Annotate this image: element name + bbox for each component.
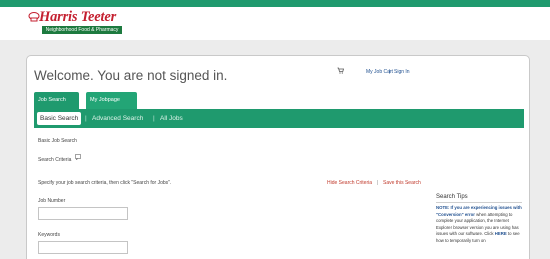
sign-in-link[interactable]: Sign In: [394, 69, 410, 75]
tab-my-jobpage-label: My Jobpage: [90, 97, 120, 103]
subnav-separator: |: [85, 115, 87, 122]
search-instructions: Specify your job search criteria, then c…: [38, 180, 172, 186]
logo-wordmark: Harris Teeter: [39, 9, 117, 25]
subnav-basic-search[interactable]: Basic Search: [37, 112, 82, 125]
page-title: Welcome. You are not signed in.: [34, 68, 228, 83]
search-criteria-label: Search Criteria: [38, 157, 72, 163]
tips-divider: [436, 202, 522, 203]
subnav-all-jobs[interactable]: All Jobs: [160, 112, 183, 125]
save-search-link[interactable]: Save this Search: [383, 180, 421, 186]
keywords-label: Keywords: [38, 232, 60, 238]
site-header: Harris Teeter Neighborhood Food & Pharma…: [0, 7, 550, 40]
main-panel: Welcome. You are not signed in. My Job C…: [26, 55, 530, 259]
job-number-label: Job Number: [38, 198, 66, 204]
search-tips-title: Search Tips: [436, 194, 468, 200]
hide-search-criteria-link[interactable]: Hide Search Criteria: [327, 180, 372, 186]
tab-job-search-label: Job Search: [38, 97, 66, 103]
info-icon[interactable]: [75, 154, 81, 160]
tab-job-search[interactable]: Job Search: [34, 92, 79, 109]
shopping-cart-icon[interactable]: [337, 67, 344, 74]
search-tips-box: Search Tips NOTE: If you are experiencin…: [433, 192, 523, 259]
section-title: Basic Job Search: [38, 138, 77, 144]
header-link-separator: |: [389, 69, 391, 75]
logo-tagline: Neighborhood Food & Pharmacy: [42, 26, 122, 34]
top-accent-bar: [0, 0, 550, 7]
tips-here-link[interactable]: HERE: [495, 231, 507, 236]
search-tips-text: NOTE: If you are experiencing issues wit…: [436, 205, 522, 244]
criteria-link-separator: |: [377, 180, 379, 186]
subnav-advanced-search[interactable]: Advanced Search: [92, 112, 143, 125]
search-subnav: Basic Search | Advanced Search | All Job…: [34, 109, 524, 128]
subnav-separator: |: [153, 115, 155, 122]
job-number-input[interactable]: [38, 207, 128, 220]
tab-my-jobpage[interactable]: My Jobpage: [86, 92, 137, 109]
keywords-input[interactable]: [38, 241, 128, 254]
harris-teeter-logo[interactable]: Harris Teeter Neighborhood Food & Pharma…: [28, 9, 124, 37]
